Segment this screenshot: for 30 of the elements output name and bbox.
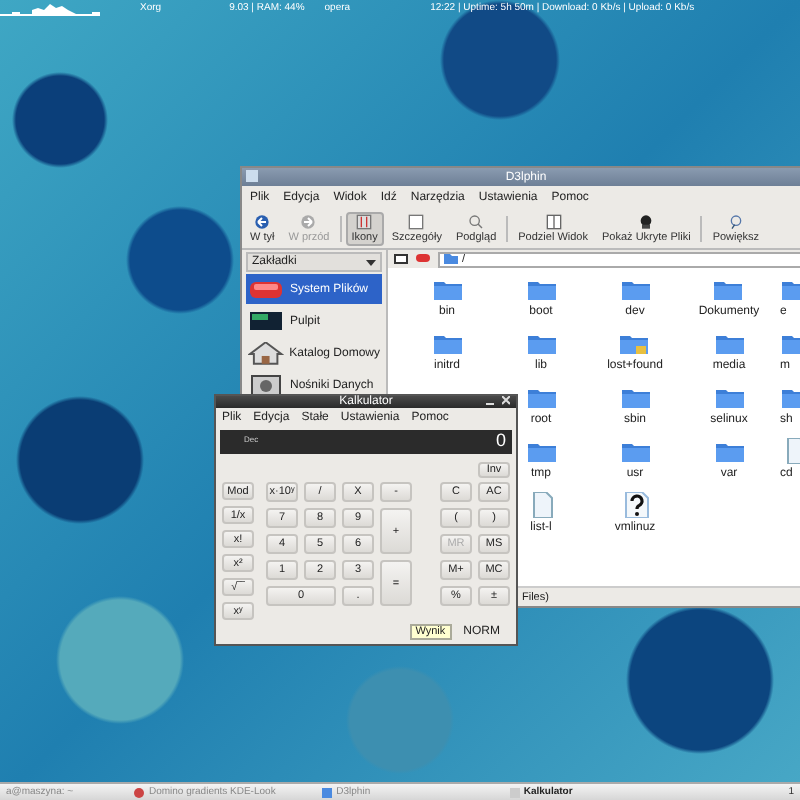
drive-icon	[248, 277, 284, 301]
window-icon	[394, 254, 408, 264]
folder-icon	[619, 276, 651, 302]
folder-icon	[619, 438, 651, 464]
split-view-icon	[541, 214, 566, 230]
caret-icon	[366, 259, 376, 265]
house-icon	[248, 341, 284, 365]
question-file-icon	[619, 492, 651, 518]
folder-icon	[712, 276, 745, 302]
display-value: 0	[495, 430, 506, 450]
icon-view-icon	[352, 214, 377, 230]
list-view-icon	[404, 214, 429, 230]
folder-icon	[322, 787, 333, 797]
folder-icon	[444, 254, 458, 264]
monitor-icon	[248, 309, 284, 333]
folder-icon	[525, 276, 557, 302]
close-icon[interactable]	[502, 396, 510, 406]
folder-icon	[431, 330, 463, 356]
locked-folder-icon	[618, 330, 651, 356]
stop-icon	[416, 254, 430, 264]
folder-icon	[525, 330, 557, 356]
folder-icon	[525, 384, 557, 410]
folder-icon	[713, 438, 745, 464]
app-icon	[246, 170, 258, 182]
folder-icon	[619, 384, 651, 410]
folder-icon	[525, 438, 557, 464]
folder-icon	[713, 330, 745, 356]
folder-icon	[713, 384, 745, 410]
calculator-icon	[509, 787, 520, 797]
folder-icon	[431, 276, 463, 302]
